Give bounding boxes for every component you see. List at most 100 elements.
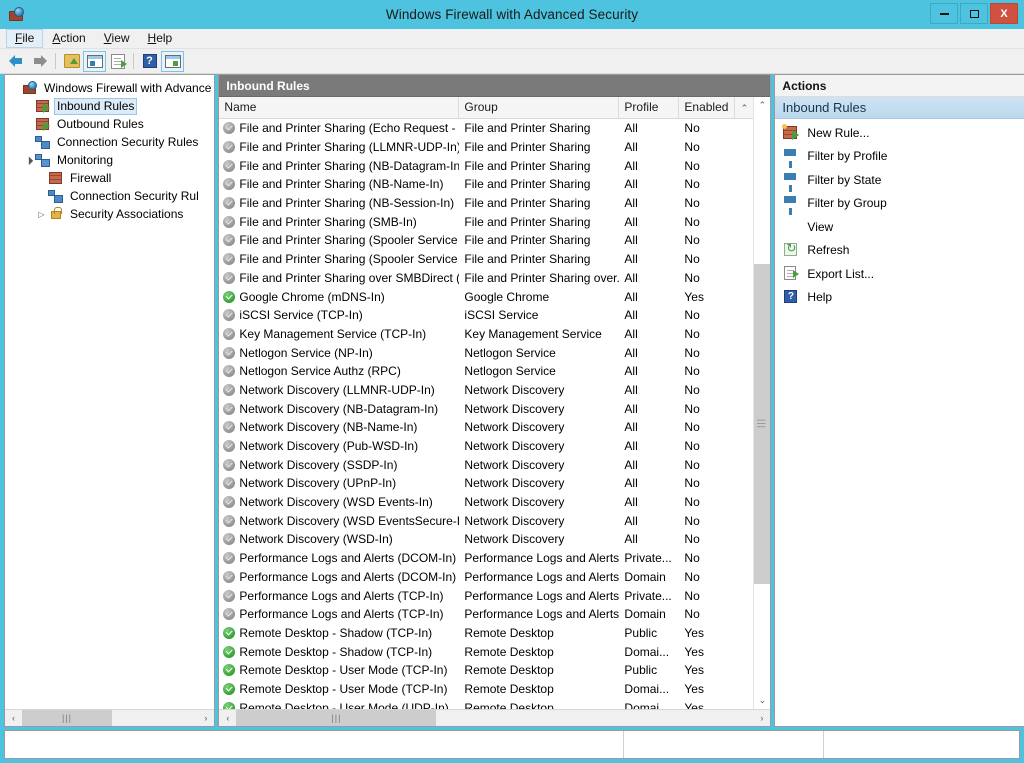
table-row[interactable]: File and Printer Sharing (Spooler Servic… [219,231,753,250]
table-row[interactable]: File and Printer Sharing (LLMNR-UDP-In) F… [219,138,753,157]
rule-group-cell: Network Discovery [464,476,565,491]
table-row[interactable]: Performance Logs and Alerts (TCP-In) Perf… [219,586,753,605]
rule-name-text: File and Printer Sharing (LLMNR-UDP-In) [239,140,460,155]
list-vscroll-down-arrow[interactable]: ⌄ [754,692,771,709]
table-row[interactable]: File and Printer Sharing (NB-Datagram-In… [219,156,753,175]
tree-expander-icon[interactable]: ▷ [35,210,48,219]
list-hscroll-left-arrow[interactable]: ‹ [219,710,236,726]
list-vscroll-thumb[interactable]: ||| [754,264,771,584]
action-item-view[interactable]: View▶ [775,215,1024,239]
tree-node-firewall[interactable]: Firewall [5,169,214,187]
table-row[interactable]: File and Printer Sharing (NB-Name-In) Fil… [219,175,753,194]
rule-group-cell: File and Printer Sharing [464,196,591,211]
rule-enabled-cell: No [684,121,700,136]
tree-node-outbound-rules[interactable]: Outbound Rules [5,115,214,133]
table-row[interactable]: Performance Logs and Alerts (TCP-In) Perf… [219,605,753,624]
menu-file[interactable]: File [6,29,44,48]
help-icon: ? [782,289,800,305]
export-list-icon[interactable] [106,51,129,72]
list-hscroll-track[interactable]: ||| [236,710,754,726]
rule-group-cell: Remote Desktop [464,625,554,640]
list-hscrollbar[interactable]: ‹ ||| › [219,709,771,726]
show-hide-action-pane-icon[interactable] [161,50,184,72]
tree-hscroll-track[interactable]: ||| [22,710,198,726]
table-row[interactable]: File and Printer Sharing (NB-Session-In)… [219,194,753,213]
tree-hscroll-right-arrow[interactable]: › [197,710,214,726]
minimize-button[interactable] [930,3,958,24]
action-item-filter-by-state[interactable]: Filter by State▶ [775,168,1024,192]
table-row[interactable]: Remote Desktop - User Mode (UDP-In) Remot… [219,698,753,709]
list-vscroll-up-arrow[interactable]: ⌃ [754,97,771,114]
table-row[interactable]: Remote Desktop - User Mode (TCP-In) Remot… [219,680,753,699]
table-row[interactable]: File and Printer Sharing (Spooler Servic… [219,250,753,269]
table-row[interactable]: Remote Desktop - User Mode (TCP-In) Remot… [219,661,753,680]
tree-node-connection-security-rul[interactable]: Connection Security Rul [5,187,214,205]
table-row[interactable]: Network Discovery (WSD EventsSecure-In) N… [219,511,753,530]
menu-action[interactable]: Action [43,29,94,48]
table-row[interactable]: Network Discovery (LLMNR-UDP-In) Network … [219,381,753,400]
actions-group-header[interactable]: Inbound Rules ▲ [775,97,1024,119]
column-header-profile[interactable]: Profile [619,97,680,118]
list-vscrollbar[interactable]: ⌃ ||| ⌄ [753,97,771,709]
refresh-icon [782,241,800,258]
back-arrow-icon[interactable] [5,51,28,72]
action-item-new-rule[interactable]: New Rule... [775,121,1024,145]
tree-expander-icon[interactable]: ◢ [21,152,37,168]
table-row[interactable]: File and Printer Sharing (SMB-In) File an… [219,212,753,231]
tree-node-connection-security-rules[interactable]: Connection Security Rules [5,133,214,151]
list-hscroll-thumb[interactable]: ||| [236,710,437,726]
tree-node-monitoring[interactable]: ◢ Monitoring [5,151,214,169]
tree-hscroll-thumb[interactable]: ||| [22,710,112,726]
table-row[interactable]: Network Discovery (WSD Events-In) Network… [219,493,753,512]
tree-hscroll-left-arrow[interactable]: ‹ [5,710,22,726]
column-header-group[interactable]: Group [459,97,620,118]
table-row[interactable]: Netlogon Service (NP-In) Netlogon Service… [219,343,753,362]
action-item-filter-by-profile[interactable]: Filter by Profile▶ [775,145,1024,169]
table-row[interactable]: Network Discovery (UPnP-In) Network Disco… [219,474,753,493]
rule-enabled-cell: Yes [684,625,704,640]
table-row[interactable]: Remote Desktop - Shadow (TCP-In) Remote D… [219,642,753,661]
tree-node-security-associations[interactable]: ▷ Security Associations [5,205,214,223]
table-row[interactable]: Remote Desktop - Shadow (TCP-In) Remote D… [219,624,753,643]
column-sort-indicator-icon[interactable]: ⌃ [735,97,753,118]
table-row[interactable]: Network Discovery (NB-Datagram-In) Networ… [219,399,753,418]
action-item-export-list[interactable]: Export List... [775,262,1024,286]
table-row[interactable]: Netlogon Service Authz (RPC) Netlogon Ser… [219,362,753,381]
table-row[interactable]: Network Discovery (Pub-WSD-In) Network Di… [219,437,753,456]
column-header-enabled[interactable]: Enabled [679,97,736,118]
close-button[interactable]: X [990,3,1018,24]
tree-node-windows-firewall-with-advance[interactable]: Windows Firewall with Advance [5,79,214,97]
action-item-help[interactable]: ? Help [775,286,1024,310]
column-header-name[interactable]: Name [219,97,460,118]
maximize-button[interactable] [960,3,988,24]
rule-disabled-icon [223,514,236,527]
list-vscroll-track[interactable]: ||| [754,114,771,692]
up-one-level-icon[interactable] [60,51,83,72]
table-row[interactable]: iSCSI Service (TCP-In) iSCSI Service All No [219,306,753,325]
table-row[interactable]: Network Discovery (NB-Name-In) Network Di… [219,418,753,437]
table-row[interactable]: Network Discovery (SSDP-In) Network Disco… [219,455,753,474]
tree-node-inbound-rules[interactable]: Inbound Rules [5,97,214,115]
menu-help[interactable]: Help [139,29,182,48]
table-row[interactable]: Google Chrome (mDNS-In) Google Chrome All Y… [219,287,753,306]
table-row[interactable]: Performance Logs and Alerts (DCOM-In) Per… [219,549,753,568]
list-hscroll-right-arrow[interactable]: › [753,710,770,726]
rule-profile-cell: Domai... [624,700,670,709]
table-row[interactable]: Key Management Service (TCP-In) Key Manag… [219,325,753,344]
table-row[interactable]: File and Printer Sharing over SMBDirect … [219,269,753,288]
rule-group-cell: Remote Desktop [464,700,554,709]
action-item-filter-by-group[interactable]: Filter by Group▶ [775,192,1024,216]
show-hide-console-tree-icon[interactable] [83,50,106,72]
table-row[interactable]: File and Printer Sharing (Echo Request -… [219,119,753,138]
table-row[interactable]: Performance Logs and Alerts (DCOM-In) Per… [219,568,753,587]
tree-hscrollbar[interactable]: ‹ ||| › [5,709,215,726]
rule-profile-cell: All [624,289,638,304]
menu-bar: File Action View Help [0,29,1024,49]
help-icon[interactable]: ? [138,51,161,72]
monitoring-icon [35,153,51,167]
forward-arrow-icon[interactable] [28,51,51,72]
rule-enabled-cell: No [684,233,700,248]
menu-view[interactable]: View [95,29,139,48]
action-item-refresh[interactable]: Refresh [775,239,1024,263]
table-row[interactable]: Network Discovery (WSD-In) Network Discov… [219,530,753,549]
